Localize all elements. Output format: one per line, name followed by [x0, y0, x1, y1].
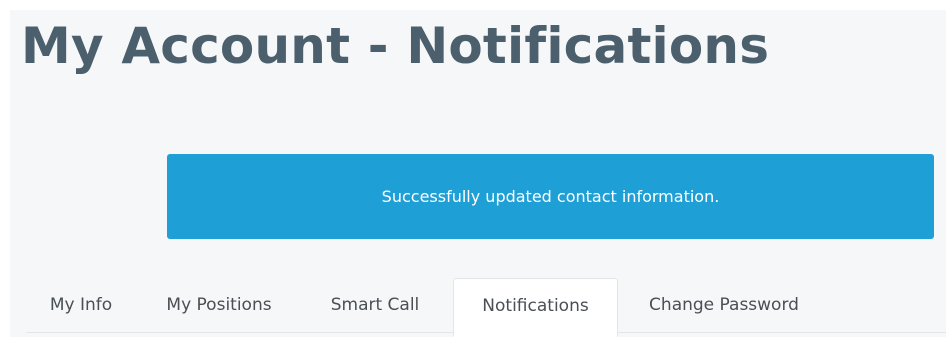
tab-change-password[interactable]: Change Password	[624, 278, 824, 332]
tab-notifications[interactable]: Notifications	[453, 278, 618, 337]
success-alert: Successfully updated contact information…	[167, 154, 934, 239]
tab-smart-call[interactable]: Smart Call	[313, 278, 437, 332]
tab-my-info[interactable]: My Info	[26, 278, 136, 332]
page-title: My Account - Notifications	[21, 17, 770, 75]
alert-message: Successfully updated contact information…	[381, 187, 720, 206]
tab-my-positions[interactable]: My Positions	[149, 278, 289, 332]
account-tabs: My Info My Positions Smart Call Notifica…	[26, 278, 946, 337]
